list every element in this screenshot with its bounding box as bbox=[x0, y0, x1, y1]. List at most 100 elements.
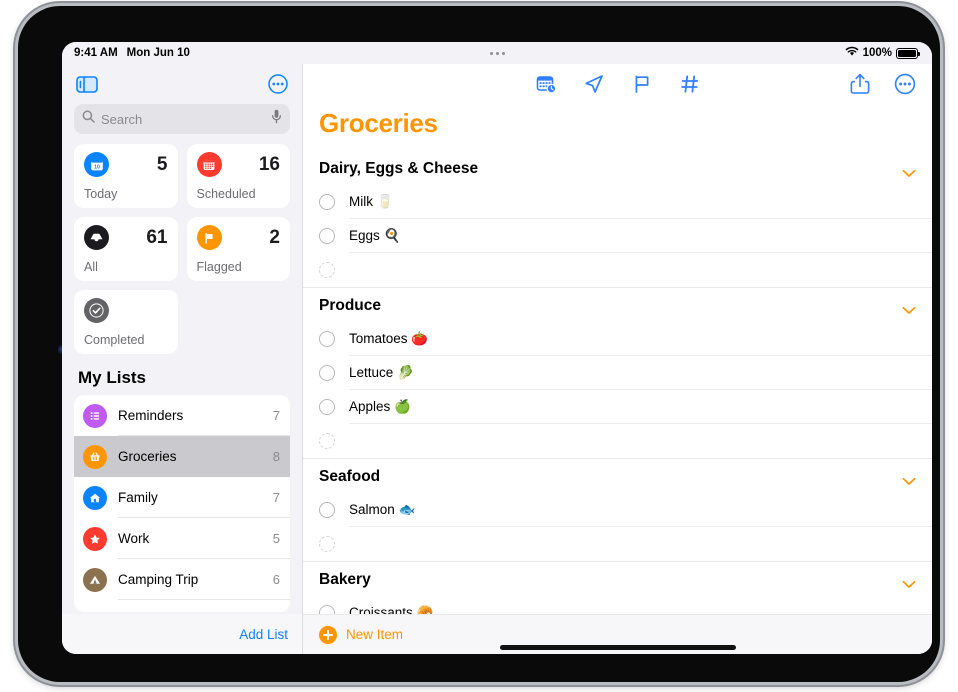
reminder-checkbox-icon[interactable] bbox=[319, 262, 335, 278]
sidebar-item-label: Family bbox=[118, 490, 158, 505]
smart-list-count: 16 bbox=[258, 153, 280, 175]
reminder-item[interactable]: Apples 🍏 bbox=[303, 390, 932, 424]
reminder-checkbox-icon[interactable] bbox=[319, 194, 335, 210]
sidebar-item-count: 5 bbox=[272, 531, 280, 546]
add-list-button[interactable]: Add List bbox=[239, 627, 288, 642]
wifi-icon bbox=[845, 46, 859, 60]
reminders-list-scroll[interactable]: Dairy, Eggs & Cheese Milk 🥛 Eggs 🍳 Produ… bbox=[303, 151, 932, 614]
section-header-bakery[interactable]: Bakery bbox=[303, 561, 932, 596]
sidebar-item-count: 7 bbox=[272, 408, 280, 423]
sidebar-item-groceries[interactable]: Groceries 8 bbox=[74, 436, 290, 477]
chevron-down-icon[interactable] bbox=[902, 576, 916, 588]
detail-toolbar bbox=[303, 64, 932, 104]
detail-footer: New Item bbox=[303, 614, 932, 654]
sidebar-more-icon[interactable] bbox=[268, 74, 288, 94]
reminder-item[interactable]: Croissants 🥐 bbox=[303, 596, 932, 614]
status-date: Mon Jun 10 bbox=[126, 47, 190, 59]
reminder-checkbox-icon[interactable] bbox=[319, 605, 335, 614]
status-bar-right: 100% bbox=[845, 46, 920, 60]
microphone-icon[interactable] bbox=[271, 109, 282, 129]
sidebar-toggle-icon[interactable] bbox=[76, 75, 98, 93]
reminder-checkbox-icon[interactable] bbox=[319, 399, 335, 415]
smart-list-flagged[interactable]: 2 Flagged bbox=[186, 217, 290, 281]
reminder-checkbox-icon[interactable] bbox=[319, 502, 335, 518]
sidebar-scroll-area[interactable]: 10 5 Today 16 Scheduled 61 All 2 Flagged… bbox=[62, 144, 302, 614]
reminder-item-text: Milk 🥛 bbox=[349, 194, 394, 209]
hashtag-icon[interactable] bbox=[679, 73, 701, 95]
sidebar-item-count: 7 bbox=[272, 490, 280, 505]
battery-icon bbox=[896, 47, 920, 59]
calendar-day-icon: 10 bbox=[84, 152, 109, 177]
reminder-item-empty[interactable] bbox=[303, 424, 932, 458]
reminder-item-text: Croissants 🥐 bbox=[349, 605, 434, 614]
smart-list-all[interactable]: 61 All bbox=[74, 217, 178, 281]
ipad-device-frame: 9:41 AM Mon Jun 10 100% Search 10 5 Toda… bbox=[18, 6, 940, 682]
page-title: Groceries bbox=[319, 108, 438, 138]
reminder-checkbox-icon[interactable] bbox=[319, 433, 335, 449]
sidebar-footer: Add List bbox=[62, 614, 302, 654]
reminder-checkbox-icon[interactable] bbox=[319, 365, 335, 381]
reminder-item[interactable]: Eggs 🍳 bbox=[303, 219, 932, 253]
smart-list-today[interactable]: 10 5 Today bbox=[74, 144, 178, 208]
reminder-checkbox-icon[interactable] bbox=[319, 331, 335, 347]
section-title: Dairy, Eggs & Cheese bbox=[319, 160, 479, 177]
plus-circle-icon[interactable] bbox=[319, 625, 337, 644]
calendar-icon bbox=[196, 152, 222, 177]
detail-more-icon[interactable] bbox=[894, 73, 916, 95]
reminder-checkbox-icon[interactable] bbox=[319, 228, 335, 244]
chevron-down-icon[interactable] bbox=[902, 302, 916, 314]
multitask-dots-icon[interactable] bbox=[489, 51, 505, 55]
calendar-clock-icon[interactable] bbox=[535, 73, 557, 95]
house-icon bbox=[83, 485, 107, 510]
reminder-item-text: Apples 🍏 bbox=[349, 399, 411, 414]
chevron-down-icon[interactable] bbox=[902, 473, 916, 485]
sidebar: Search 10 5 Today 16 Scheduled 61 All 2 … bbox=[62, 64, 302, 654]
detail-toolbar-actions bbox=[303, 73, 932, 95]
checkmark-circle-icon bbox=[84, 298, 109, 323]
section-header-produce[interactable]: Produce bbox=[303, 287, 932, 322]
section-header-dairy-eggs-cheese[interactable]: Dairy, Eggs & Cheese bbox=[303, 151, 932, 185]
reminder-item-text: Eggs 🍳 bbox=[349, 228, 401, 243]
basket-icon bbox=[83, 444, 107, 469]
sidebar-item-label: Work bbox=[118, 531, 150, 546]
reminder-checkbox-icon[interactable] bbox=[319, 536, 335, 552]
sidebar-item-reminders[interactable]: Reminders 7 bbox=[74, 395, 290, 436]
sidebar-item-family[interactable]: Family 7 bbox=[74, 477, 290, 518]
sidebar-item-camping-trip[interactable]: Camping Trip 6 bbox=[74, 559, 290, 600]
reminder-item[interactable]: Milk 🥛 bbox=[303, 185, 932, 219]
ipad-screen: 9:41 AM Mon Jun 10 100% Search 10 5 Toda… bbox=[62, 42, 932, 654]
section-title: Bakery bbox=[319, 571, 371, 588]
search-container: Search bbox=[62, 104, 302, 144]
reminder-item-empty[interactable] bbox=[303, 527, 932, 561]
inbox-tray-icon bbox=[84, 225, 109, 250]
detail-pane: Groceries Dairy, Eggs & Cheese Milk 🥛 Eg… bbox=[302, 64, 932, 654]
smart-list-count: 5 bbox=[156, 153, 168, 175]
new-item-button[interactable]: New Item bbox=[346, 627, 403, 642]
search-placeholder: Search bbox=[101, 111, 143, 127]
section-header-seafood[interactable]: Seafood bbox=[303, 458, 932, 493]
sidebar-item-work[interactable]: Work 5 bbox=[74, 518, 290, 559]
search-input[interactable]: Search bbox=[74, 104, 290, 134]
flag-outline-icon[interactable] bbox=[631, 73, 653, 95]
smart-list-label: Today bbox=[84, 187, 118, 201]
reminder-item[interactable]: Tomatoes 🍅 bbox=[303, 322, 932, 356]
reminder-item[interactable]: Salmon 🐟 bbox=[303, 493, 932, 527]
sidebar-item-label: Reminders bbox=[118, 408, 184, 423]
reminder-item[interactable]: Lettuce 🥬 bbox=[303, 356, 932, 390]
reminder-item-text: Tomatoes 🍅 bbox=[349, 331, 429, 346]
location-arrow-icon[interactable] bbox=[583, 73, 605, 95]
share-icon[interactable] bbox=[850, 73, 872, 95]
smart-list-label: Flagged bbox=[196, 260, 242, 274]
section-title: Seafood bbox=[319, 468, 381, 485]
smart-list-completed[interactable]: Completed bbox=[74, 290, 178, 354]
home-indicator bbox=[499, 645, 736, 650]
reminder-item-empty[interactable] bbox=[303, 253, 932, 287]
status-bar-center bbox=[62, 42, 932, 64]
sidebar-item-label: Groceries bbox=[118, 449, 177, 464]
sidebar-item-partial[interactable] bbox=[74, 600, 290, 612]
search-icon bbox=[82, 110, 95, 128]
chevron-down-icon[interactable] bbox=[902, 165, 916, 177]
reminder-item-text: Lettuce 🥬 bbox=[349, 365, 414, 380]
my-lists-heading: My Lists bbox=[78, 368, 147, 387]
smart-list-scheduled[interactable]: 16 Scheduled bbox=[186, 144, 290, 208]
